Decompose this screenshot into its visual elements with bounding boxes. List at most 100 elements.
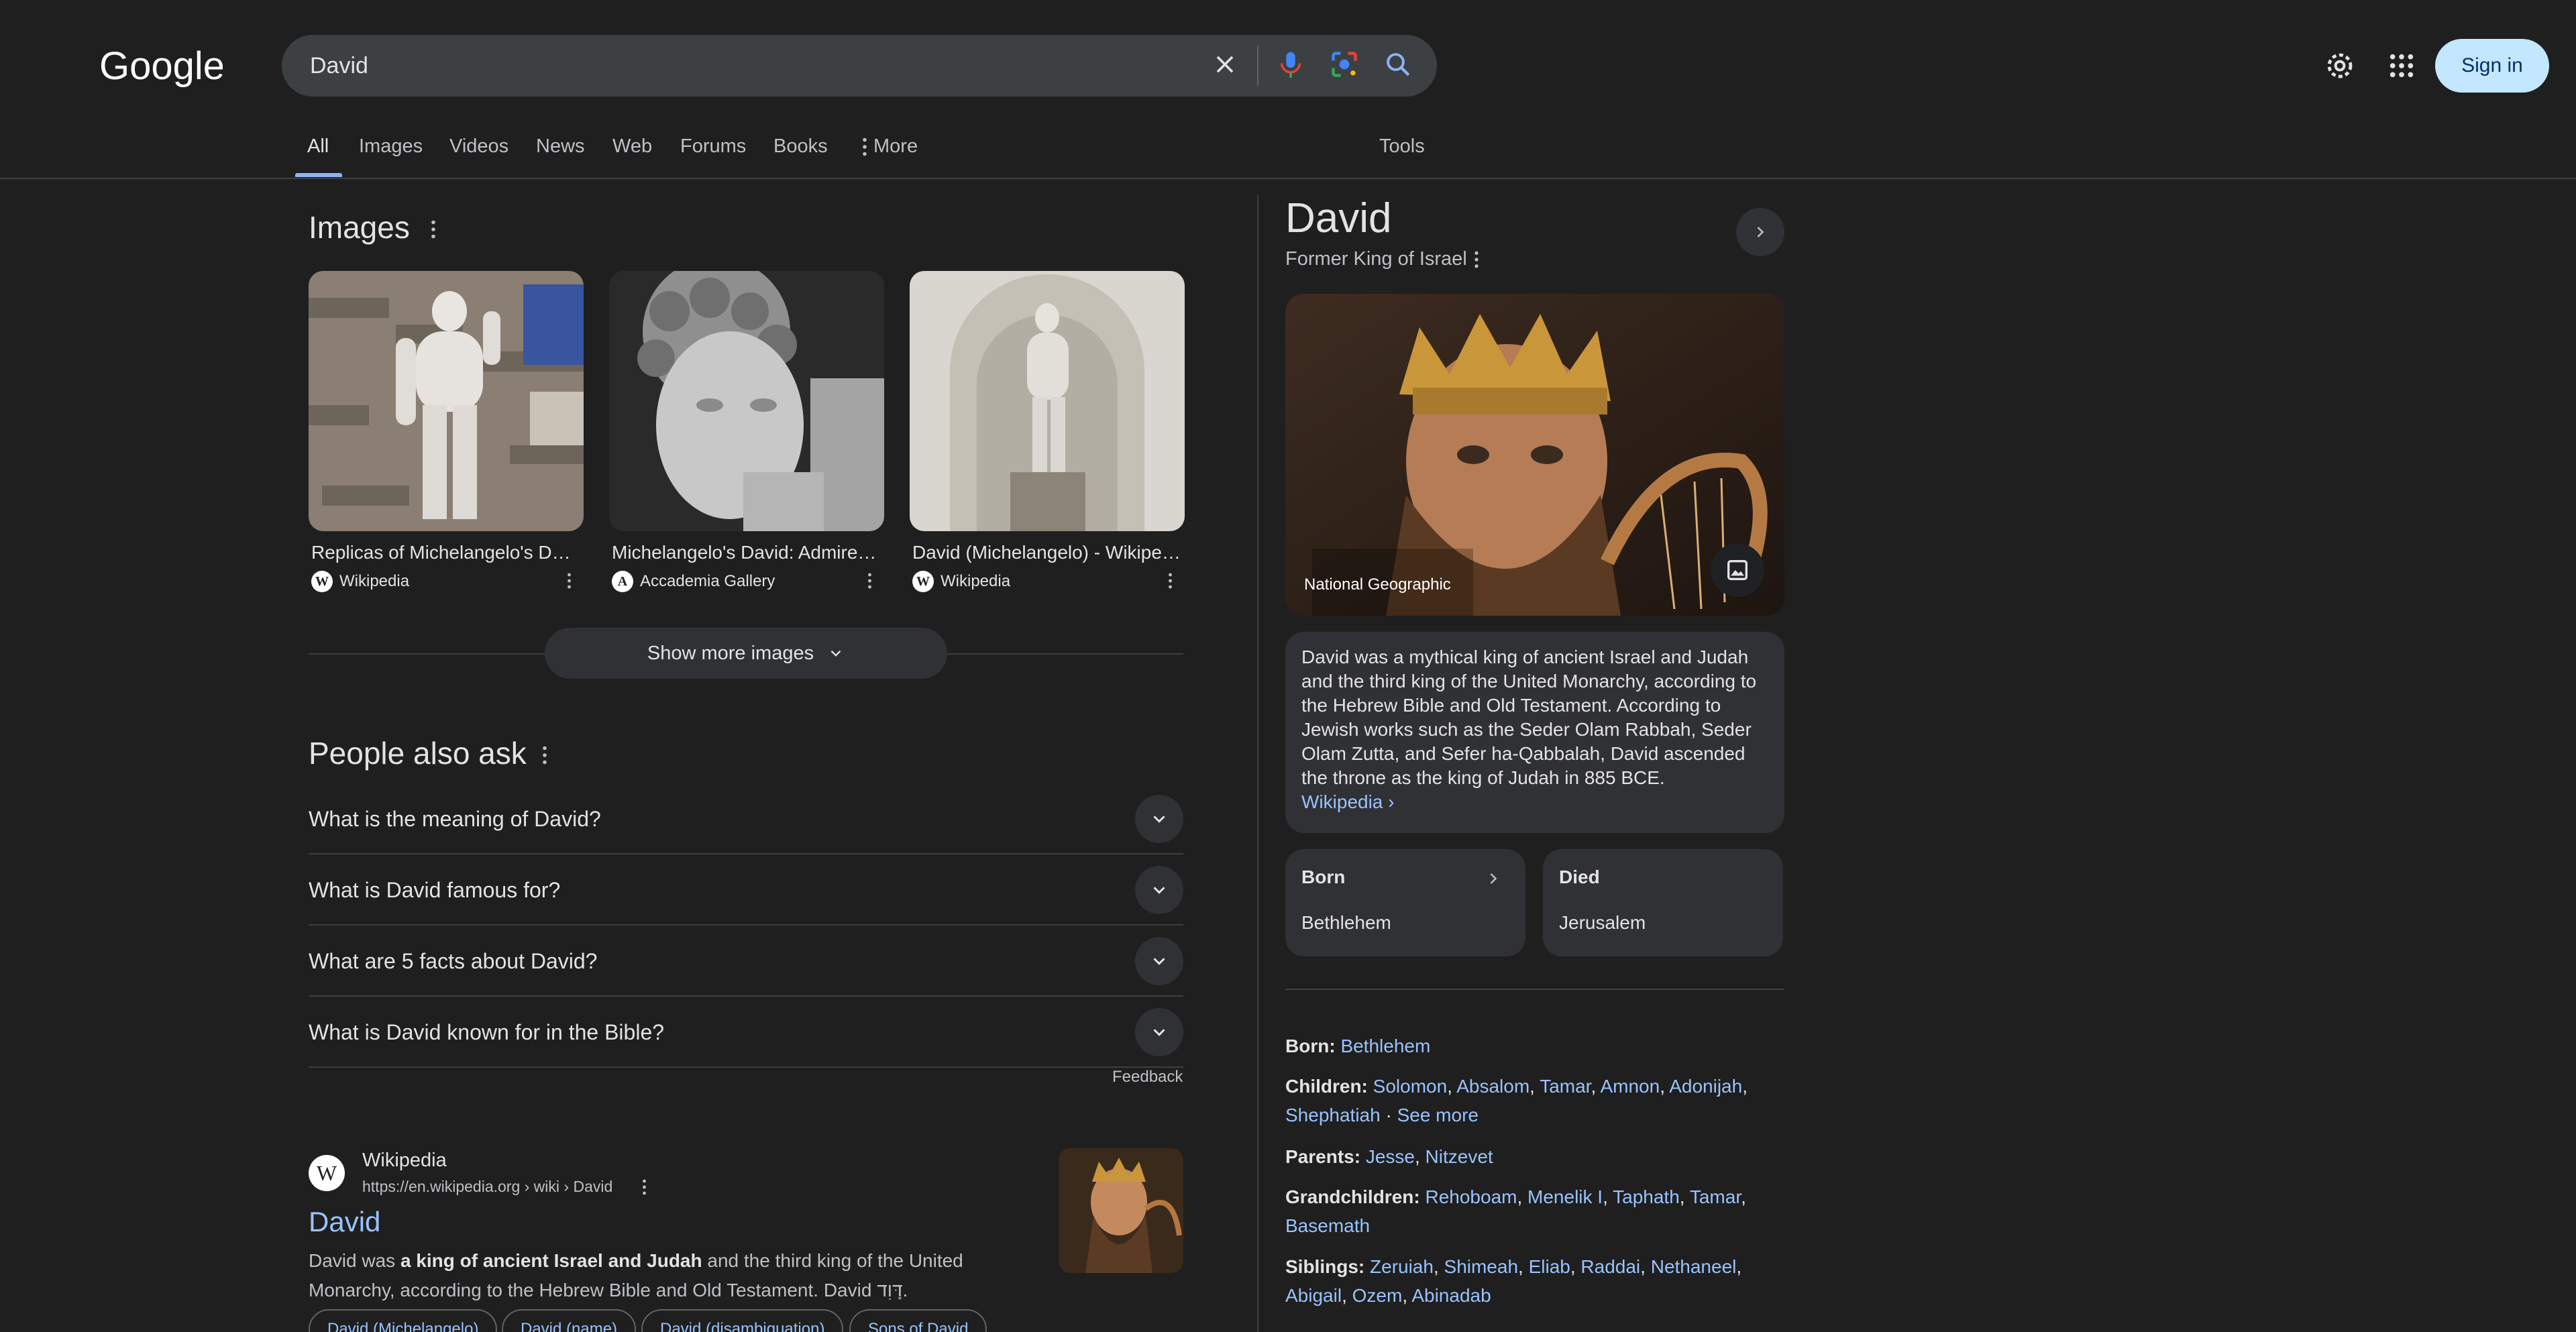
paa-question[interactable]: What are 5 facts about David?: [309, 927, 1183, 997]
image-caption-2[interactable]: Michelangelo's David: Admired ...: [612, 542, 880, 563]
tools-button[interactable]: Tools: [1379, 135, 1425, 158]
clear-icon[interactable]: [1206, 46, 1244, 83]
images-more-options-icon[interactable]: [420, 216, 447, 243]
fact-label: Children:: [1285, 1076, 1368, 1097]
result-title-link[interactable]: David: [309, 1206, 380, 1238]
fact-link[interactable]: Nitzevet: [1426, 1146, 1493, 1167]
result-url[interactable]: https://en.wikipedia.org › wiki › David: [362, 1178, 612, 1196]
result-more-options-icon[interactable]: [631, 1174, 657, 1201]
chevron-down-icon[interactable]: [1135, 795, 1183, 843]
related-chip[interactable]: David (Michelangelo): [309, 1309, 498, 1332]
fact-label: Parents:: [1285, 1146, 1361, 1167]
result-thumbnail[interactable]: [1059, 1148, 1183, 1273]
tab-forums[interactable]: Forums: [680, 135, 746, 158]
fact-born: Born: Bethlehem: [1285, 1032, 1784, 1060]
see-more-link[interactable]: See more: [1397, 1105, 1479, 1125]
kp-more-options-icon[interactable]: [1474, 251, 1479, 268]
died-card[interactable]: Died Jerusalem: [1543, 849, 1783, 956]
fact-link[interactable]: Adonijah: [1669, 1076, 1742, 1097]
search-icon[interactable]: [1378, 44, 1418, 85]
fact-link[interactable]: Abigail: [1285, 1285, 1342, 1306]
image-1-more-icon[interactable]: [555, 567, 582, 594]
tab-web[interactable]: Web: [612, 135, 652, 158]
search-input[interactable]: [310, 43, 1182, 89]
svg-text:Google: Google: [99, 44, 223, 88]
chevron-down-icon[interactable]: [1135, 937, 1183, 985]
image-result-3[interactable]: [910, 271, 1185, 531]
kp-description: David was a mythical king of ancient Isr…: [1285, 632, 1784, 833]
wikipedia-logo-icon: W: [311, 571, 333, 592]
tab-all[interactable]: All: [307, 135, 329, 158]
fact-link[interactable]: Ozem: [1352, 1285, 1403, 1306]
kp-wikipedia-link[interactable]: Wikipedia ›: [1301, 791, 1394, 812]
fact-link[interactable]: Absalom: [1456, 1076, 1529, 1097]
chevron-right-icon[interactable]: [1736, 208, 1784, 256]
related-chip[interactable]: Sons of David: [849, 1309, 987, 1332]
fact-link[interactable]: Zeruiah: [1370, 1256, 1434, 1277]
born-card-value: Bethlehem: [1301, 912, 1391, 933]
lens-icon[interactable]: [1324, 44, 1364, 85]
fact-link[interactable]: Solomon: [1373, 1076, 1448, 1097]
paa-question-text: What is David known for in the Bible?: [309, 1019, 665, 1044]
fact-link[interactable]: Shimeah: [1444, 1256, 1519, 1277]
wikipedia-logo-icon: W: [912, 571, 934, 592]
apps-icon[interactable]: [2383, 47, 2420, 85]
fact-label: Grandchildren:: [1285, 1186, 1420, 1207]
fact-link[interactable]: Eliab: [1529, 1256, 1570, 1277]
tab-news[interactable]: News: [536, 135, 585, 158]
feedback-link[interactable]: Feedback: [1112, 1068, 1183, 1087]
paa-question[interactable]: What is David famous for?: [309, 856, 1183, 926]
chevron-down-icon: [830, 650, 841, 657]
image-result-2[interactable]: [609, 271, 884, 531]
paa-question[interactable]: What is the meaning of David?: [309, 785, 1183, 854]
result-site-name[interactable]: Wikipedia: [362, 1150, 447, 1172]
image-source-2: A Accademia Gallery: [612, 571, 775, 592]
more-vert-icon: [863, 137, 867, 156]
tab-images[interactable]: Images: [359, 135, 423, 158]
tab-more-label: More: [873, 135, 918, 157]
image-caption-3[interactable]: David (Michelangelo) - Wikipedia: [912, 542, 1181, 563]
fact-link[interactable]: Jesse: [1366, 1146, 1415, 1167]
chevron-down-icon[interactable]: [1135, 866, 1183, 914]
fact-link[interactable]: Taphath: [1613, 1186, 1680, 1207]
fact-link[interactable]: Tamar: [1690, 1186, 1741, 1207]
fact-link[interactable]: Rehoboam: [1425, 1186, 1517, 1207]
image-result-1[interactable]: [309, 271, 584, 531]
fact-link[interactable]: Raddai: [1580, 1256, 1640, 1277]
related-chip[interactable]: David (name): [502, 1309, 637, 1332]
image-2-more-icon[interactable]: [856, 567, 883, 594]
paa-question[interactable]: What is David known for in the Bible?: [309, 998, 1183, 1068]
related-chip[interactable]: David (disambiguation): [641, 1309, 844, 1332]
fact-link[interactable]: Amnon: [1600, 1076, 1660, 1097]
kp-main-image[interactable]: National Geographic: [1285, 294, 1784, 616]
fact-link[interactable]: Bethlehem: [1340, 1036, 1430, 1056]
google-logo[interactable]: Google: [99, 44, 223, 89]
fact-link[interactable]: Basemath: [1285, 1215, 1370, 1236]
tab-books[interactable]: Books: [773, 135, 828, 158]
kp-subtitle-text: Former King of Israel: [1285, 248, 1467, 270]
paa-question-text: What is the meaning of David?: [309, 806, 601, 831]
image-3-more-icon[interactable]: [1157, 567, 1183, 594]
accademia-logo-icon: A: [612, 571, 633, 592]
settings-icon[interactable]: [2321, 47, 2359, 85]
fact-link[interactable]: Menelik I: [1527, 1186, 1603, 1207]
image-gallery-icon[interactable]: [1711, 543, 1764, 597]
paa-title: People also ask: [309, 736, 527, 771]
tab-more[interactable]: More: [861, 135, 918, 158]
fact-link[interactable]: Tamar: [1540, 1076, 1591, 1097]
image-caption-1[interactable]: Replicas of Michelangelo's David ...: [311, 542, 580, 563]
fact-parents: Parents: Jesse, Nitzevet: [1285, 1146, 1493, 1167]
snippet-bold: a king of ancient Israel and Judah: [400, 1250, 702, 1271]
born-card[interactable]: Born Bethlehem: [1285, 849, 1525, 956]
sign-in-button[interactable]: Sign in: [2435, 39, 2549, 93]
show-more-images-button[interactable]: Show more images: [545, 628, 947, 679]
kp-facts-divider: [1285, 989, 1784, 990]
fact-link[interactable]: Abinadab: [1411, 1285, 1491, 1306]
chevron-down-icon[interactable]: [1135, 1008, 1183, 1056]
fact-link[interactable]: Nethaneel: [1651, 1256, 1737, 1277]
fact-link[interactable]: Shephatiah: [1285, 1105, 1381, 1125]
mic-icon[interactable]: [1271, 44, 1311, 85]
result-snippet: David was a king of ancient Israel and J…: [309, 1246, 1033, 1305]
tab-videos[interactable]: Videos: [449, 135, 508, 158]
paa-more-options-icon[interactable]: [531, 742, 558, 769]
